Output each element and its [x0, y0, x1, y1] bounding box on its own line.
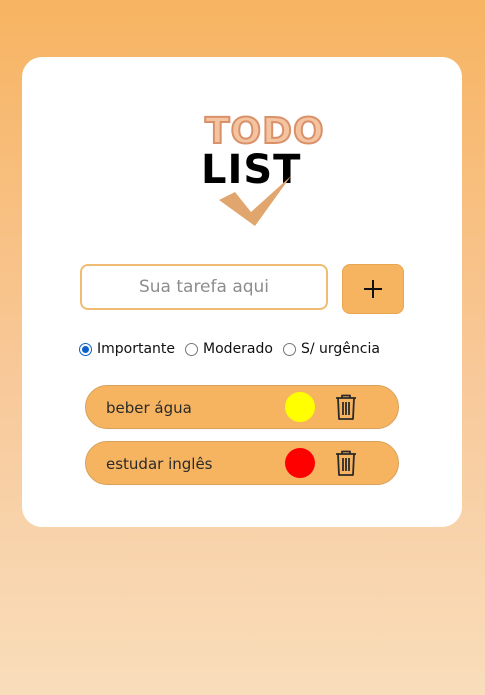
- task-item: beber água: [85, 385, 399, 429]
- logo-todo-text: TODO: [204, 111, 325, 153]
- priority-indicator: [285, 392, 315, 422]
- priority-indicator: [285, 448, 315, 478]
- trash-icon[interactable]: [335, 450, 357, 476]
- radio-moderado[interactable]: [185, 342, 199, 356]
- priority-option-sem-urgencia[interactable]: S/ urgência: [282, 341, 380, 357]
- trash-icon[interactable]: [335, 394, 357, 420]
- todo-card: TODO LIST Importante Moderado S/ urgênci…: [22, 57, 462, 527]
- radio-sem-urgencia[interactable]: [282, 342, 296, 356]
- task-item: estudar inglês: [85, 441, 399, 485]
- task-input[interactable]: [80, 264, 328, 310]
- priority-option-moderado[interactable]: Moderado: [185, 341, 273, 357]
- priority-label-moderado: Moderado: [203, 341, 273, 357]
- priority-label-importante: Importante: [97, 341, 176, 357]
- checkmark-icon: [219, 176, 291, 226]
- task-text: beber água: [106, 399, 192, 417]
- priority-option-importante[interactable]: Importante: [79, 341, 175, 357]
- todo-list-logo: TODO LIST: [197, 111, 337, 237]
- add-task-button[interactable]: [342, 264, 404, 314]
- task-text: estudar inglês: [106, 455, 213, 473]
- plus-icon: [364, 280, 382, 298]
- priority-selector: Importante Moderado S/ urgência: [79, 341, 380, 357]
- task-list: beber água estudar inglês: [85, 385, 399, 497]
- radio-importante[interactable]: [79, 342, 92, 356]
- priority-label-sem-urgencia: S/ urgência: [300, 341, 380, 357]
